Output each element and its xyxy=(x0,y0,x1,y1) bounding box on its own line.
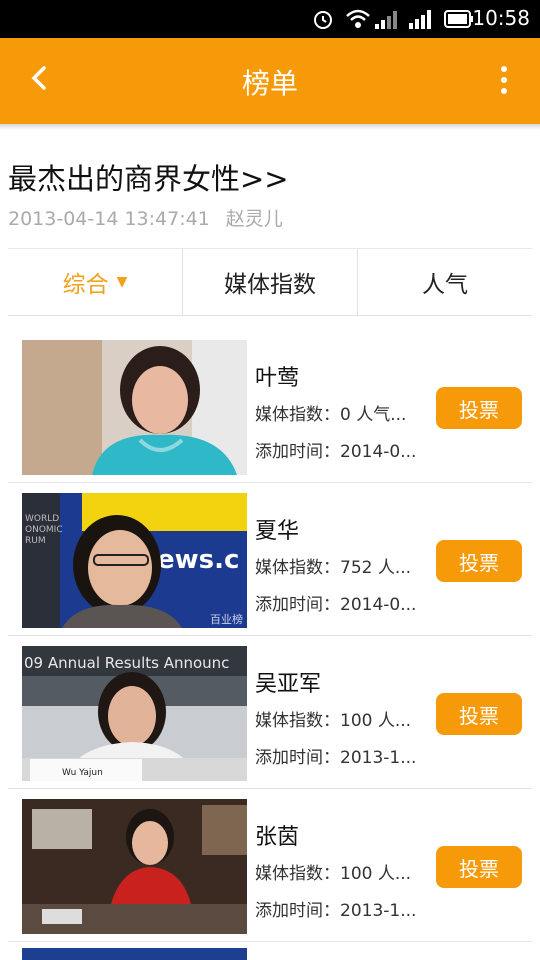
person-photo xyxy=(22,799,247,934)
person-name: 张茵 xyxy=(255,825,300,850)
person-name: 叶莺 xyxy=(255,366,300,391)
photo-overlay-text: ews.c xyxy=(157,545,239,575)
photo-name-badge: Wu Yajun xyxy=(62,768,103,778)
app-bar: 榜单 xyxy=(0,38,540,124)
tab-popularity[interactable]: 人气 xyxy=(357,249,532,315)
list-item[interactable]: 张茵 媒体指数：100 人... 添加时间：2013-1... 投票 xyxy=(8,789,532,942)
tab-media-index[interactable]: 媒体指数 xyxy=(182,249,357,315)
vote-button[interactable]: 投票 xyxy=(436,540,522,582)
signal-icon-2 xyxy=(409,10,431,29)
status-time: 10:58 xyxy=(472,6,530,30)
person-photo: 09 Annual Results Announc Wu Yajun xyxy=(22,646,247,781)
sort-tabs: 综合 ▼ 媒体指数 人气 xyxy=(8,248,532,316)
more-menu-icon[interactable] xyxy=(498,66,510,100)
ranking-list: 叶莺 媒体指数：0 人气... 添加时间：2014-0... 投票 WORLD O… xyxy=(8,330,532,942)
tab-popularity-label: 人气 xyxy=(422,272,468,298)
tab-overall-label: 综合 xyxy=(62,272,109,298)
list-item[interactable]: 叶莺 媒体指数：0 人气... 添加时间：2014-0... 投票 xyxy=(8,330,532,483)
signal-icon-1 xyxy=(375,11,397,29)
wifi-icon xyxy=(346,9,370,28)
added-time-text: 添加时间：2014-0... xyxy=(255,442,417,462)
article-title[interactable]: 最杰出的商界女性>> xyxy=(8,156,289,198)
dropdown-caret-icon: ▼ xyxy=(116,274,128,290)
vote-button[interactable]: 投票 xyxy=(436,846,522,888)
added-time-text: 添加时间：2013-1... xyxy=(255,748,417,768)
battery-icon xyxy=(444,10,473,28)
appbar-shadow xyxy=(0,124,540,130)
list-item[interactable]: 09 Annual Results Announc Wu Yajun 吴亚军 媒… xyxy=(8,636,532,789)
vote-button[interactable]: 投票 xyxy=(436,693,522,735)
article-author: 赵灵儿 xyxy=(225,208,283,230)
vote-button[interactable]: 投票 xyxy=(436,387,522,429)
tab-overall[interactable]: 综合 ▼ xyxy=(8,249,182,315)
alarm-icon xyxy=(314,11,332,29)
media-index-text: 媒体指数：100 人... xyxy=(255,711,412,731)
article-date: 2013-04-14 13:47:41 xyxy=(8,208,210,230)
media-index-text: 媒体指数：752 人... xyxy=(255,558,412,578)
article-meta: 2013-04-14 13:47:41 赵灵儿 xyxy=(8,204,283,231)
person-name: 吴亚军 xyxy=(255,672,322,697)
person-photo xyxy=(22,340,247,475)
media-index-text: 媒体指数：100 人... xyxy=(255,864,412,884)
photo-banner-text: 09 Annual Results Announc xyxy=(24,654,229,672)
media-index-text: 媒体指数：0 人气... xyxy=(255,405,407,425)
person-name: 夏华 xyxy=(255,519,300,544)
status-bar: 10:58 xyxy=(0,0,540,38)
added-time-text: 添加时间：2013-1... xyxy=(255,901,417,921)
page-title: 榜单 xyxy=(241,67,298,100)
photo-watermark: 百业榜 xyxy=(210,612,243,626)
tab-media-index-label: 媒体指数 xyxy=(224,272,316,298)
added-time-text: 添加时间：2014-0... xyxy=(255,595,417,615)
next-item-photo-partial xyxy=(22,948,247,960)
list-item[interactable]: WORLD ONOMIC RUM ews.c 百业榜 夏华 媒体指数：752 人..… xyxy=(8,483,532,636)
person-photo: WORLD ONOMIC RUM ews.c 百业榜 xyxy=(22,493,247,628)
